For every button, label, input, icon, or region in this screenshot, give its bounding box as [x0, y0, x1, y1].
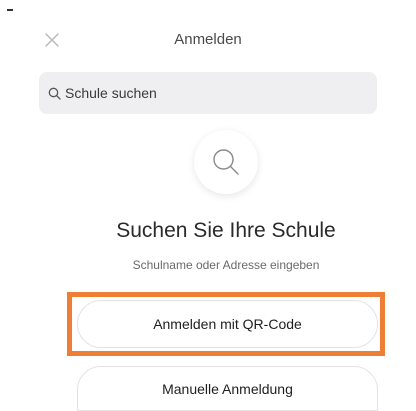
search-icon [47, 86, 61, 100]
empty-state-heading: Suchen Sie Ihre Schule [116, 219, 336, 242]
page-title: Anmelden [174, 31, 242, 48]
search-input[interactable] [65, 85, 365, 101]
manual-login-button[interactable]: Manuelle Anmeldung [77, 366, 378, 411]
qr-login-button[interactable]: Anmelden mit QR-Code [77, 300, 378, 348]
search-illustration [194, 130, 258, 194]
search-icon [213, 149, 239, 175]
empty-state-subheading: Schulname oder Adresse eingeben [132, 258, 320, 272]
corner-mark [7, 9, 13, 11]
login-screen: Anmelden Suchen Sie Ihre Schule Schulnam… [0, 0, 416, 411]
search-bar[interactable] [39, 72, 377, 114]
